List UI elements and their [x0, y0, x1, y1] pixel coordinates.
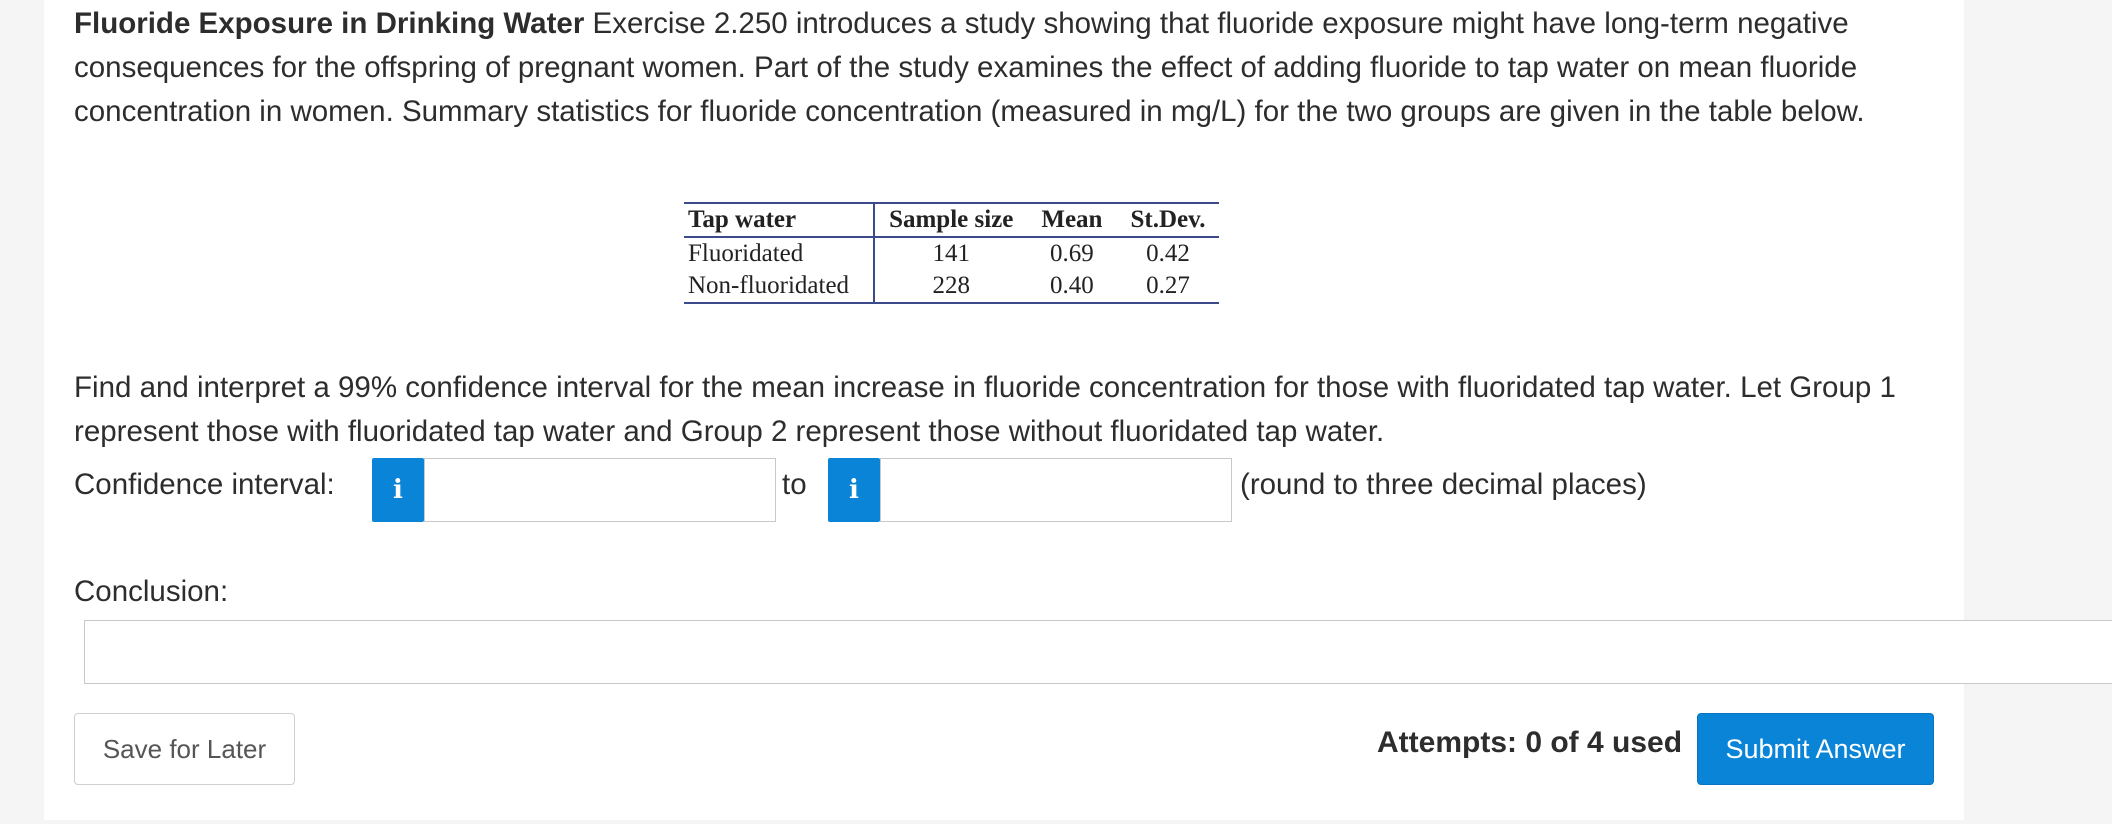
table-cell: 0.69 — [1050, 240, 1094, 267]
attempts-counter: Attempts: 0 of 4 used — [1377, 726, 1683, 759]
save-for-later-button[interactable]: Save for Later — [74, 713, 295, 785]
table-cell: 0.27 — [1146, 272, 1190, 299]
problem-statement: Fluoride Exposure in Drinking Water Exer… — [74, 2, 1974, 134]
conclusion-input[interactable] — [84, 620, 2112, 684]
submit-answer-button[interactable]: Submit Answer — [1697, 713, 1934, 785]
table-header-cell: Mean — [1041, 206, 1103, 233]
table-row: Fluoridated 141 0.69 0.42 — [684, 237, 1219, 270]
rounding-note: (round to three decimal places) — [1240, 468, 1647, 501]
table-cell: Non-fluoridated — [684, 270, 876, 303]
table-cell: 228 — [932, 272, 970, 299]
info-icon[interactable]: i — [828, 458, 880, 522]
info-icon[interactable]: i — [372, 458, 424, 522]
conclusion-label: Conclusion: — [74, 575, 229, 608]
table-header-cell: St.Dev. — [1130, 206, 1206, 233]
table-cell: Fluoridated — [684, 237, 876, 270]
question-text: Find and interpret a 99% confidence inte… — [74, 371, 1896, 448]
table-cell: 0.40 — [1050, 272, 1094, 299]
table-header-cell: Sample size — [889, 206, 1014, 233]
table-cell: 0.42 — [1146, 240, 1190, 267]
to-label: to — [782, 468, 807, 501]
confidence-interval-label: Confidence interval: — [74, 468, 335, 501]
table-header-cell: Tap water — [684, 203, 876, 237]
table-cell: 141 — [932, 240, 970, 267]
summary-table: Tap water Sample size Mean St.Dev. Fluor… — [684, 202, 1220, 304]
table-header-row: Tap water Sample size Mean St.Dev. — [684, 203, 1220, 237]
lower-bound-input[interactable] — [424, 458, 776, 522]
table-row: Non-fluoridated 228 0.40 0.27 — [684, 270, 1220, 303]
problem-title: Fluoride Exposure in Drinking Water — [74, 7, 585, 40]
upper-bound-input[interactable] — [880, 458, 1232, 522]
confidence-interval-row: Confidence interval: i to i (round to th… — [74, 458, 1774, 522]
